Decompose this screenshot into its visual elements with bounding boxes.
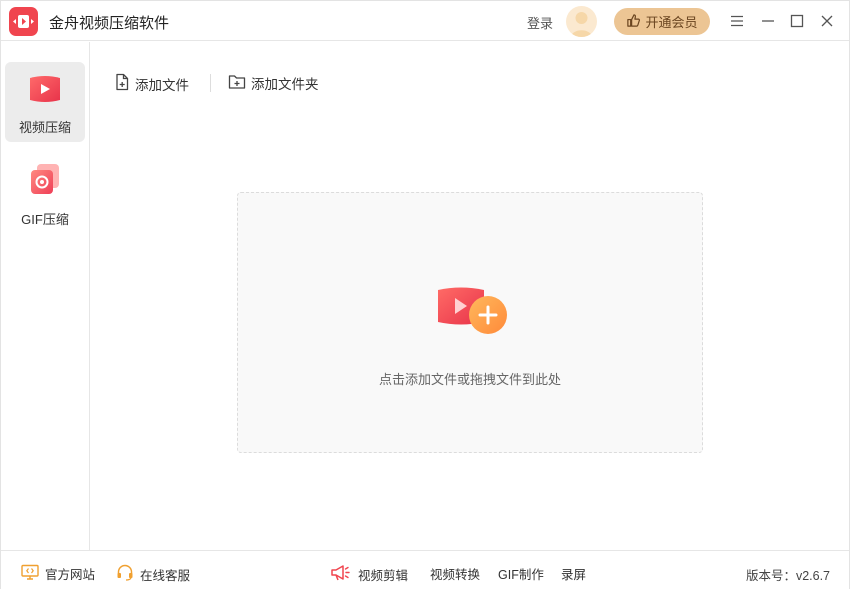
close-icon[interactable] xyxy=(817,11,837,31)
avatar-icon[interactable] xyxy=(566,6,597,37)
app-title: 金舟视频压缩软件 xyxy=(49,15,170,32)
video-edit-label: 视频剪辑 xyxy=(358,568,409,583)
vip-button[interactable]: 开通会员 xyxy=(614,8,710,35)
official-site-label: 官方网站 xyxy=(45,568,96,582)
menu-icon[interactable] xyxy=(727,11,747,31)
minimize-icon[interactable] xyxy=(758,11,778,31)
add-folder-label: 添加文件夹 xyxy=(251,77,319,92)
sidebar-item-video-compress[interactable]: 视频压缩 xyxy=(5,62,85,142)
version-text: 版本号：v2.6.7 xyxy=(745,569,830,583)
vip-label: 开通会员 xyxy=(645,15,698,30)
sidebar-item-label: GIF压缩 xyxy=(21,212,69,227)
gif-make-link[interactable]: GIF制作 xyxy=(498,564,544,583)
video-convert-link[interactable]: 视频转换 xyxy=(430,564,480,583)
sidebar-item-label: 视频压缩 xyxy=(18,120,71,135)
title-bar: 金舟视频压缩软件 登录 开通会员 xyxy=(1,1,849,41)
video-edit-link[interactable]: 视频剪辑 xyxy=(330,564,408,584)
sidebar-item-gif-compress[interactable]: GIF压缩 xyxy=(5,154,85,234)
login-link[interactable]: 登录 xyxy=(527,13,553,32)
maximize-icon[interactable] xyxy=(787,11,807,31)
add-folder-icon xyxy=(228,74,246,93)
file-drop-zone[interactable]: 点击添加文件或拖拽文件到此处 xyxy=(237,192,703,453)
toolbar-divider xyxy=(210,74,211,92)
official-site-link[interactable]: 官方网站 xyxy=(21,564,95,583)
add-file-button[interactable]: 添加文件 xyxy=(114,73,189,94)
gif-compress-icon xyxy=(29,162,61,201)
sidebar: 视频压缩 GIF压缩 xyxy=(1,42,90,550)
video-compress-icon xyxy=(28,74,62,109)
footer-bar: 官方网站 在线客服 视频剪辑 视频转换 GIF制作 录屏 版本号：v2.6.7 xyxy=(1,550,849,589)
add-file-icon xyxy=(114,73,130,94)
thumb-up-icon xyxy=(626,13,641,31)
screen-record-link[interactable]: 录屏 xyxy=(561,564,586,583)
add-file-label: 添加文件 xyxy=(135,77,189,93)
online-service-label: 在线客服 xyxy=(140,568,191,583)
monitor-icon xyxy=(21,564,39,583)
app-logo-icon xyxy=(9,7,38,36)
add-video-icon xyxy=(436,284,510,341)
drop-hint-text: 点击添加文件或拖拽文件到此处 xyxy=(378,372,561,387)
app-window: 金舟视频压缩软件 登录 开通会员 视频压缩 GIF压缩 添加文件 添加文件夹 点… xyxy=(0,0,850,589)
add-folder-button[interactable]: 添加文件夹 xyxy=(228,73,319,93)
megaphone-icon xyxy=(330,564,352,584)
online-service-link[interactable]: 在线客服 xyxy=(116,564,190,584)
headset-icon xyxy=(116,564,134,584)
